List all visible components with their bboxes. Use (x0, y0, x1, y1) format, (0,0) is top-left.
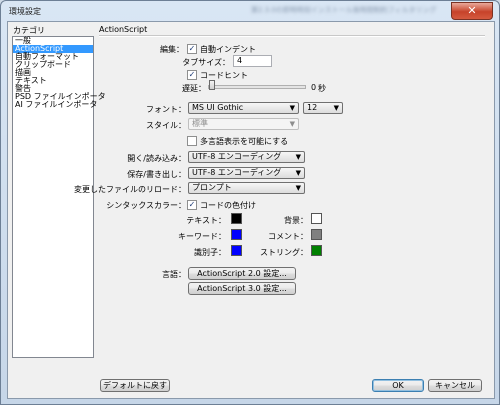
delay-unit: 秒 (318, 84, 326, 93)
reload-label: 変更したファイルのリロード： (74, 185, 186, 194)
font-size-select[interactable]: 12 ▼ (303, 102, 343, 114)
code-color-label: コードの色付け (200, 201, 256, 210)
save-export-select[interactable]: UTF-8 エンコーディング ▼ (188, 167, 305, 179)
open-import-select[interactable]: UTF-8 エンコーディング ▼ (188, 151, 305, 163)
open-import-value: UTF-8 エンコーディング (192, 152, 282, 161)
save-export-label: 保存/書き出し： (127, 170, 186, 179)
close-button[interactable]: ✕ (451, 2, 493, 20)
reload-select[interactable]: プロンプト ▼ (188, 182, 305, 194)
as2-settings-button[interactable]: ActionScript 2.0 設定... (188, 267, 296, 280)
open-import-label: 開く/読み込み： (127, 154, 186, 163)
window-title: 環境設定 (9, 7, 41, 16)
tab-size-input[interactable]: 4 (233, 55, 272, 67)
background-color-label: 背景： (284, 216, 308, 225)
auto-indent-checkbox[interactable]: ✓ (187, 44, 197, 54)
code-hint-label: コードヒント (200, 71, 248, 80)
string-color-label: ストリング： (260, 248, 308, 257)
editing-label: 編集： (160, 45, 184, 54)
keyword-color-label: キーワード： (178, 232, 226, 241)
chevron-down-icon: ▼ (289, 104, 295, 112)
style-value: 標準 (192, 119, 208, 128)
font-label: フォント： (146, 105, 186, 114)
style-select[interactable]: 標準 ▼ (188, 118, 299, 130)
delay-slider-thumb[interactable] (209, 80, 215, 90)
code-color-checkbox[interactable]: ✓ (187, 200, 197, 210)
background-color-swatch[interactable] (311, 213, 322, 224)
multilang-label: 多言語表示を可能にする (200, 137, 289, 146)
auto-indent-label: 自動インデント (200, 45, 256, 54)
identifier-color-swatch[interactable] (231, 245, 242, 256)
syntax-color-label: シンタックスカラー： (106, 201, 186, 210)
delay-label: 遅延： (182, 84, 206, 93)
font-family-value: MS UI Gothic (192, 103, 244, 112)
text-color-label: テキスト： (186, 216, 226, 225)
category-item-ai-importer[interactable]: AI ファイルインポータ (13, 101, 97, 109)
chevron-down-icon: ▼ (295, 169, 301, 177)
keyword-color-swatch[interactable] (231, 229, 242, 240)
panel-divider (99, 35, 485, 37)
style-label: スタイル： (146, 121, 186, 130)
preferences-window: 環境設定 第2.3.0の即時時刻インストール後時間制約フィルタリング ✕ カテゴ… (0, 0, 500, 405)
close-icon: ✕ (467, 4, 477, 17)
delay-slider-track[interactable] (208, 85, 306, 89)
reload-value: プロンプト (192, 183, 232, 192)
save-export-value: UTF-8 エンコーディング (192, 168, 282, 177)
comment-color-swatch[interactable] (311, 229, 322, 240)
dialog-body: カテゴリ 一般 ActionScript 自動フォーマット クリップボード 描画… (7, 21, 495, 399)
string-color-swatch[interactable] (311, 245, 322, 256)
text-color-swatch[interactable] (231, 213, 242, 224)
category-list[interactable]: 一般 ActionScript 自動フォーマット クリップボード 描画 テキスト… (12, 36, 106, 358)
delay-value: 0 (311, 83, 317, 92)
cancel-button[interactable]: キャンセル (428, 379, 482, 392)
reset-defaults-button[interactable]: デフォルトに戻す (100, 379, 170, 392)
multilang-checkbox[interactable] (187, 136, 197, 146)
chevron-down-icon: ▼ (333, 104, 339, 112)
chevron-down-icon: ▼ (295, 153, 301, 161)
as3-settings-button[interactable]: ActionScript 3.0 設定... (188, 282, 296, 295)
identifier-color-label: 識別子： (194, 248, 226, 257)
chevron-down-icon: ▼ (289, 120, 295, 128)
ok-button[interactable]: OK (372, 379, 424, 392)
panel-title: ActionScript (99, 25, 148, 34)
blurred-title-text: 第2.3.0の即時時刻インストール後時間制約フィルタリング (251, 6, 437, 14)
title-bar[interactable]: 環境設定 第2.3.0の即時時刻インストール後時間制約フィルタリング ✕ (1, 1, 499, 21)
language-label: 言語： (162, 270, 186, 279)
code-hint-checkbox[interactable]: ✓ (187, 70, 197, 80)
font-family-select[interactable]: MS UI Gothic ▼ (188, 102, 299, 114)
category-label: カテゴリ (13, 26, 45, 35)
tab-size-label: タブサイズ： (182, 58, 230, 67)
comment-color-label: コメント： (268, 232, 308, 241)
font-size-value: 12 (307, 103, 318, 112)
chevron-down-icon: ▼ (295, 184, 301, 192)
